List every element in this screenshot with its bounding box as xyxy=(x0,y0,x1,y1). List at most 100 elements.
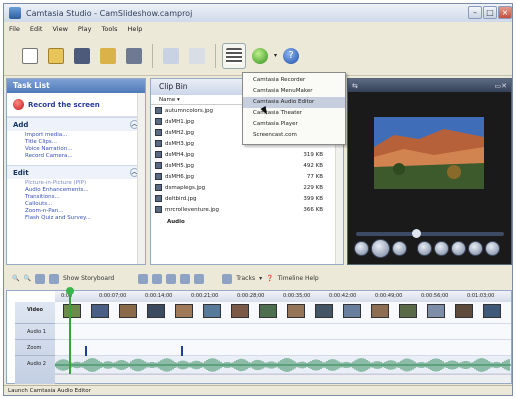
task-link-audio-enhancements[interactable]: Audio Enhancements... xyxy=(7,186,145,193)
maximize-button[interactable]: □ xyxy=(483,6,497,19)
task-link-pip[interactable]: Picture-in-Picture (PIP) xyxy=(7,179,145,186)
video-clip-thumbnail[interactable] xyxy=(371,304,389,318)
zoom-in-icon[interactable]: 🔍 xyxy=(12,275,19,282)
video-clip-thumbnail[interactable] xyxy=(343,304,361,318)
zoom-marker[interactable] xyxy=(181,346,183,356)
timeline-help-label[interactable]: Timeline Help xyxy=(278,275,319,282)
help-button[interactable]: ? xyxy=(279,43,303,69)
rewind-button[interactable] xyxy=(417,241,432,256)
clip-file-row[interactable]: dsMH5.jpg 492 KB xyxy=(151,160,343,171)
video-clip-thumbnail[interactable] xyxy=(287,304,305,318)
video-clip-thumbnail[interactable] xyxy=(315,304,333,318)
zoom-out-icon[interactable]: 🔍 xyxy=(23,275,30,282)
menu-view[interactable]: View xyxy=(47,23,72,35)
video-clip-thumbnail[interactable] xyxy=(455,304,473,318)
task-list-toggle-button[interactable] xyxy=(222,42,246,69)
redo-button[interactable] xyxy=(185,43,209,69)
chevron-down-icon[interactable]: ▾ xyxy=(259,275,262,282)
time-ruler[interactable]: 0:00 0:00:07;00 0:00:14;00 0:00:21;00 0:… xyxy=(55,291,511,302)
storyboard-icon[interactable] xyxy=(48,273,59,284)
play-button[interactable] xyxy=(371,239,390,258)
zoom-fit-icon[interactable] xyxy=(34,273,45,284)
save-button[interactable] xyxy=(70,43,94,69)
video-clip-thumbnail[interactable] xyxy=(399,304,417,318)
help-icon[interactable]: ❓ xyxy=(266,275,273,282)
undo-button[interactable] xyxy=(159,43,183,69)
cut-icon[interactable] xyxy=(138,273,149,284)
clip-file-row[interactable]: mrcrolleventure.jpg 366 KB xyxy=(151,204,343,215)
fullscreen-icon[interactable]: ▭✕ xyxy=(495,82,507,90)
audio-2-track[interactable] xyxy=(55,356,511,374)
group-add-header[interactable]: Add ︿ xyxy=(7,117,145,131)
open-project-button[interactable] xyxy=(44,43,68,69)
track-label-audio-2[interactable]: Audio 2 xyxy=(15,356,55,372)
video-clip-thumbnail[interactable] xyxy=(231,304,249,318)
menu-item-recorder[interactable]: Camtasia Recorder xyxy=(243,75,345,86)
menu-edit[interactable]: Edit xyxy=(25,23,48,35)
task-link-title-clips[interactable]: Title Clips... xyxy=(7,138,145,145)
video-clip-thumbnail[interactable] xyxy=(259,304,277,318)
step-forward-button[interactable] xyxy=(451,241,466,256)
menu-item-menumaker[interactable]: Camtasia MenuMaker xyxy=(243,86,345,97)
track-label-zoom[interactable]: Zoom xyxy=(15,340,55,356)
undock-icon[interactable]: ⇆ xyxy=(352,82,358,90)
track-label-audio-1[interactable]: Audio 1 xyxy=(15,324,55,340)
chevron-down-icon[interactable]: ▾ xyxy=(274,52,277,59)
produce-button[interactable] xyxy=(122,43,146,69)
menu-item-audio-editor[interactable]: Camtasia Audio Editor xyxy=(243,97,345,108)
task-link-record-camera[interactable]: Record Camera... xyxy=(7,152,145,165)
audio-icon[interactable] xyxy=(194,273,205,284)
menu-item-theater[interactable]: Camtasia Theater xyxy=(243,108,345,119)
playhead[interactable] xyxy=(66,287,74,383)
menu-help[interactable]: Help xyxy=(123,23,148,35)
clip-speed-icon[interactable] xyxy=(180,273,191,284)
task-link-flash-quiz[interactable]: Flash Quiz and Survey... xyxy=(7,214,145,221)
group-edit-header[interactable]: Edit ︿ xyxy=(7,165,145,179)
task-list-scrollbar[interactable] xyxy=(137,93,145,264)
end-button[interactable] xyxy=(485,241,500,256)
task-link-transitions[interactable]: Transitions... xyxy=(7,193,145,200)
clip-file-row[interactable]: deltbird.jpg 399 KB xyxy=(151,193,343,204)
video-clip-thumbnail[interactable] xyxy=(91,304,109,318)
menu-item-player[interactable]: Camtasia Player xyxy=(243,119,345,130)
split-icon[interactable] xyxy=(152,273,163,284)
menu-item-screencast[interactable]: Screencast.com xyxy=(243,130,345,141)
video-clip-thumbnail[interactable] xyxy=(175,304,193,318)
close-button[interactable]: × xyxy=(498,6,512,19)
tracks-icon[interactable] xyxy=(222,273,233,284)
step-back-button[interactable] xyxy=(434,241,449,256)
storyboard-label[interactable]: Show Storyboard xyxy=(63,275,114,282)
camtasia-tools-button[interactable] xyxy=(248,43,272,69)
video-clip-thumbnail[interactable] xyxy=(119,304,137,318)
seek-thumb[interactable] xyxy=(412,229,421,238)
tracks-label[interactable]: Tracks xyxy=(236,275,255,282)
task-link-zoom-n-pan[interactable]: Zoom-n-Pan... xyxy=(7,207,145,214)
new-project-button[interactable] xyxy=(18,43,42,69)
playhead-handle[interactable] xyxy=(66,287,74,295)
video-track[interactable] xyxy=(55,302,511,324)
minimize-button[interactable]: – xyxy=(468,6,482,19)
seek-bar[interactable] xyxy=(356,229,504,238)
video-clip-thumbnail[interactable] xyxy=(203,304,221,318)
menu-play[interactable]: Play xyxy=(73,23,97,35)
record-screen-link[interactable]: Record the screen xyxy=(7,93,145,117)
task-link-callouts[interactable]: Callouts... xyxy=(7,200,145,207)
video-clip-thumbnail[interactable] xyxy=(427,304,445,318)
task-link-voice-narration[interactable]: Voice Narration... xyxy=(7,145,145,152)
audio-1-track[interactable] xyxy=(55,324,511,340)
clip-file-row[interactable]: dsMH6.jpg 77 KB xyxy=(151,171,343,182)
task-link-import-media[interactable]: Import media... xyxy=(7,131,145,138)
zoom-marker[interactable] xyxy=(85,346,87,356)
import-media-button[interactable] xyxy=(96,43,120,69)
clip-file-row[interactable]: dsMH4.jpg 319 KB xyxy=(151,149,343,160)
extend-frame-icon[interactable] xyxy=(166,273,177,284)
menu-tools[interactable]: Tools xyxy=(96,23,122,35)
timeline-scrollbar[interactable] xyxy=(55,374,511,383)
clip-file-row[interactable]: dsmaplegs.jpg 229 KB xyxy=(151,182,343,193)
video-clip-thumbnail[interactable] xyxy=(483,304,501,318)
zoom-track[interactable] xyxy=(55,340,511,356)
track-label-video[interactable]: Video xyxy=(15,302,55,324)
video-clip-thumbnail[interactable] xyxy=(147,304,165,318)
menu-file[interactable]: File xyxy=(4,23,25,35)
record-control-button[interactable] xyxy=(354,241,369,256)
